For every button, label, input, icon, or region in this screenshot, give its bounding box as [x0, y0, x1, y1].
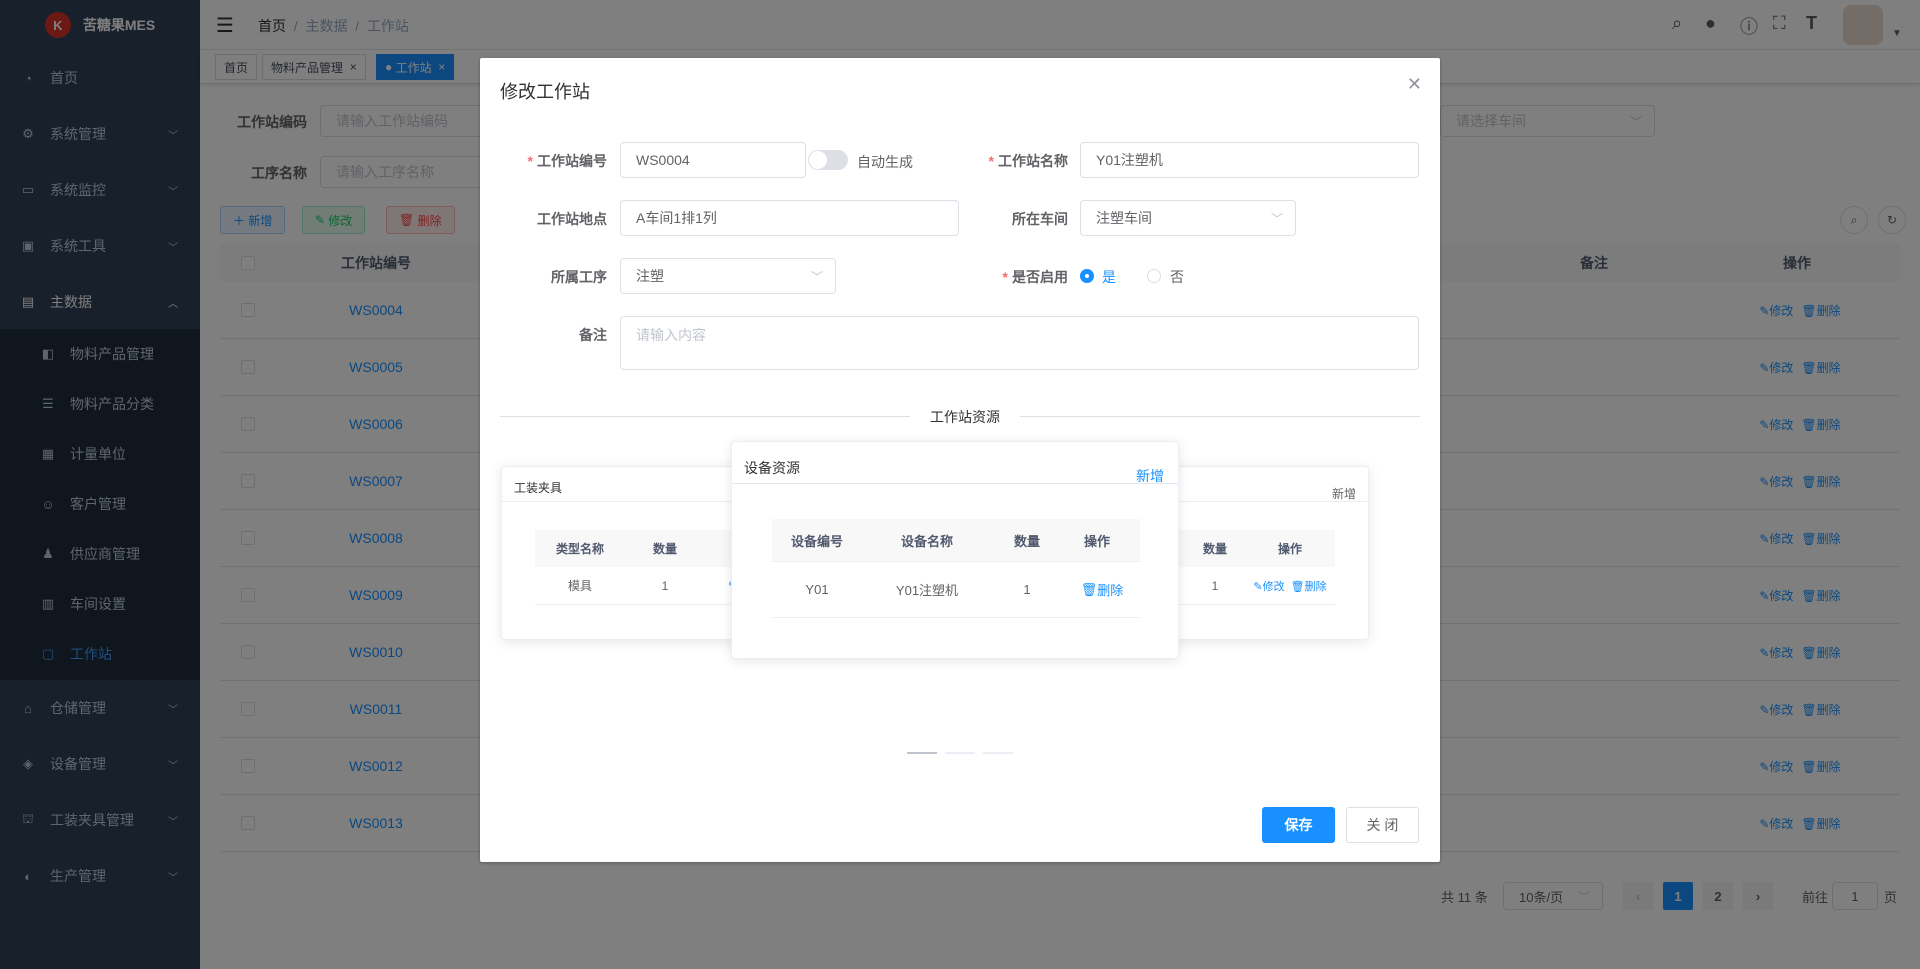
workshop-label: 所在车间 [1012, 211, 1068, 227]
edit-workstation-dialog: 修改工作站 ✕ * 工作站编号 WS0004 自动生成 * 工作站名称 Y01注塑机… [480, 58, 1440, 862]
trash-icon: 🗑 [1080, 581, 1098, 597]
chevron-down-icon: ﹀ [810, 269, 823, 284]
edit-link[interactable]: ✎修改 [1253, 578, 1284, 594]
card-table-header: 设备编号 设备名称 数量 操作 [772, 519, 1140, 562]
equipment-card: 设备资源 新增 设备编号 设备名称 数量 操作 Y01 Y01注塑机 1 🗑 删除 [731, 441, 1179, 659]
location-label: 工作站地点 [537, 211, 607, 227]
add-link[interactable]: 新增 [1332, 485, 1356, 502]
code-label: * 工作站编号 [527, 153, 607, 169]
remark-textarea[interactable]: 请输入内容 [620, 316, 1419, 370]
process-select[interactable]: 注塑 ﹀ [620, 258, 836, 294]
close-button[interactable]: 关 闭 [1346, 807, 1419, 843]
enabled-label: * 是否启用 [1002, 269, 1068, 285]
value: 注塑 [636, 268, 664, 284]
carousel-indicator-1[interactable] [907, 752, 937, 754]
auto-generate-toggle[interactable] [808, 150, 848, 170]
process-label: 所属工序 [551, 269, 607, 285]
enabled-yes-radio[interactable] [1080, 269, 1094, 283]
card-title: 设备资源 [744, 460, 800, 476]
save-button[interactable]: 保存 [1262, 807, 1335, 843]
card-title: 工装夹具 [514, 481, 563, 495]
name-label: * 工作站名称 [988, 153, 1068, 169]
resources-divider-text: 工作站资源 [910, 407, 1020, 427]
name-input[interactable]: Y01注塑机 [1080, 142, 1419, 178]
carousel-indicator-3[interactable] [983, 752, 1013, 754]
enabled-no-radio[interactable] [1147, 269, 1161, 283]
auto-generate-label: 自动生成 [857, 154, 913, 170]
close-icon[interactable]: ✕ [1407, 74, 1422, 95]
value: 注塑车间 [1096, 210, 1152, 226]
enabled-no-label[interactable]: 否 [1170, 267, 1184, 287]
carousel-indicator-2[interactable] [945, 752, 975, 754]
workshop-select[interactable]: 注塑车间 ﹀ [1080, 200, 1296, 236]
location-input[interactable]: A车间1排1列 [620, 200, 959, 236]
delete-equipment-link[interactable]: 🗑 删除 [1062, 562, 1142, 617]
chevron-down-icon: ﹀ [1270, 211, 1283, 226]
delete-link[interactable]: 🗑删除 [1291, 578, 1327, 594]
dialog-title: 修改工作站 [500, 82, 590, 102]
code-input[interactable]: WS0004 [620, 142, 806, 178]
enabled-yes-label[interactable]: 是 [1102, 267, 1116, 287]
card-table-row: Y01 Y01注塑机 1 🗑 删除 [772, 562, 1140, 618]
remark-label: 备注 [579, 327, 607, 343]
